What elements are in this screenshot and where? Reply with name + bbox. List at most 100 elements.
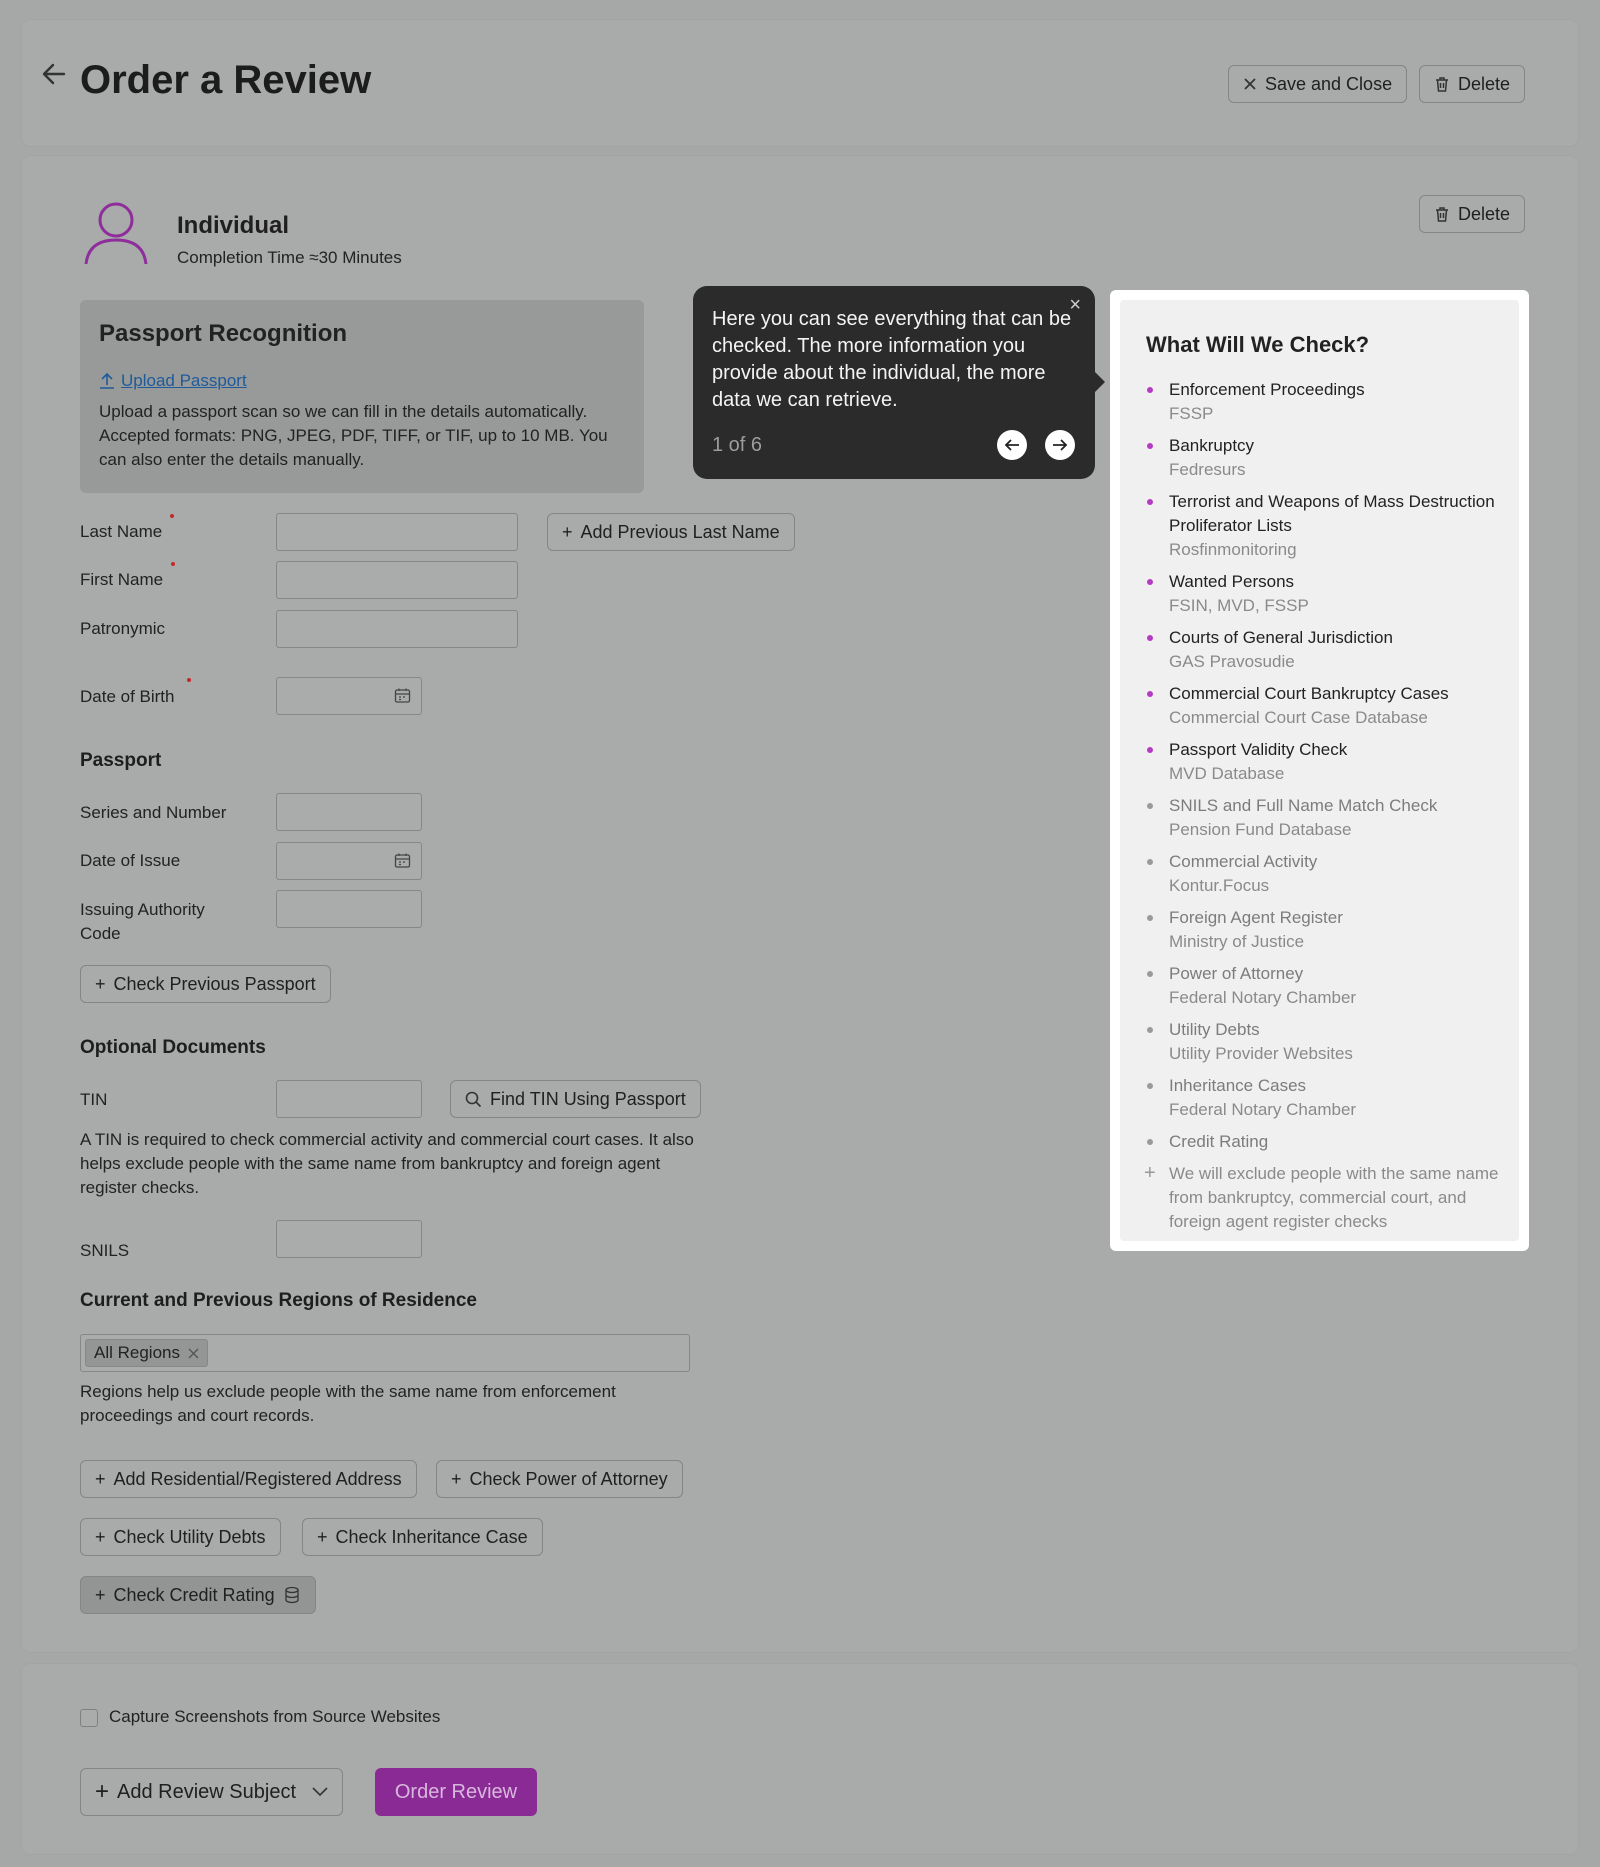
upload-passport-link[interactable]: Upload Passport [99, 371, 247, 391]
onboarding-tooltip: Here you can see everything that can be … [693, 286, 1105, 479]
check-item-source: Federal Notary Chamber [1169, 1100, 1357, 1119]
check-item-name: Enforcement Proceedings [1169, 380, 1365, 399]
delete-label: Delete [1458, 73, 1511, 94]
arrow-right-icon [1053, 439, 1068, 451]
capture-screenshots-label: Capture Screenshots from Source Websites [109, 1707, 441, 1726]
check-item-name: Utility Debts [1169, 1020, 1260, 1039]
delete-subject-button[interactable]: Delete [1419, 195, 1526, 233]
check-inheritance-case-label: Check Inheritance Case [335, 1526, 528, 1547]
check-previous-passport-button[interactable]: + Check Previous Passport [80, 965, 331, 1003]
bullet-icon [1147, 747, 1153, 753]
tooltip-prev-button[interactable] [997, 430, 1027, 460]
bullet-icon [1147, 971, 1153, 977]
check-item-name: Power of Attorney [1169, 964, 1304, 983]
issuing-authority-code-label: Issuing Authority Code [80, 898, 205, 946]
save-and-close-button[interactable]: Save and Close [1228, 65, 1408, 103]
check-item-source: Ministry of Justice [1169, 932, 1305, 951]
regions-select[interactable]: All Regions [80, 1334, 690, 1372]
last-name-input[interactable] [276, 513, 518, 551]
check-inheritance-case-button[interactable]: + Check Inheritance Case [302, 1518, 543, 1556]
issuing-authority-code-line1: Issuing Authority [80, 900, 205, 919]
add-previous-last-name-label: Add Previous Last Name [580, 521, 780, 542]
capture-screenshots-checkbox[interactable] [80, 1709, 98, 1727]
add-review-subject-button[interactable]: + Add Review Subject [80, 1768, 343, 1816]
check-item-name: Wanted Persons [1169, 572, 1295, 591]
series-number-input[interactable] [276, 793, 422, 831]
calendar-icon[interactable] [394, 852, 411, 869]
arrow-left-icon [1004, 439, 1019, 451]
series-number-label: Series and Number [80, 803, 227, 822]
check-item: Power of Attorney Federal Notary Chamber [1146, 962, 1506, 1010]
region-chip-label: All Regions [94, 1343, 180, 1362]
add-review-subject-label: Add Review Subject [117, 1780, 296, 1803]
check-item-source: Fedresurs [1169, 460, 1246, 479]
check-credit-rating-label: Check Credit Rating [113, 1584, 275, 1605]
check-power-of-attorney-button[interactable]: + Check Power of Attorney [436, 1460, 683, 1498]
bullet-icon [1147, 691, 1153, 697]
add-address-button[interactable]: + Add Residential/Registered Address [80, 1460, 417, 1498]
check-item: Utility Debts Utility Provider Websites [1146, 1018, 1506, 1066]
first-name-input[interactable] [276, 561, 518, 599]
check-item-name: Foreign Agent Register [1169, 908, 1343, 927]
issuing-authority-code-line2: Code [80, 924, 121, 943]
bullet-icon [1147, 443, 1153, 449]
bullet-icon [1147, 579, 1153, 585]
snils-label: SNILS [80, 1241, 130, 1260]
tooltip-step: 1 of 6 [712, 434, 763, 456]
chevron-down-icon [312, 1787, 328, 1797]
checks-panel-inner: What Will We Check? Enforcement Proceedi… [1120, 300, 1519, 1241]
find-tin-button[interactable]: Find TIN Using Passport [450, 1080, 701, 1118]
check-item: Commercial Court Bankruptcy Cases Commerc… [1146, 682, 1506, 730]
check-item-name: Bankruptcy [1169, 436, 1255, 455]
close-icon [1244, 78, 1256, 90]
check-item: Passport Validity Check MVD Database [1146, 738, 1506, 786]
check-item-source: MVD Database [1169, 764, 1285, 783]
plus-icon: + [95, 1527, 106, 1547]
date-of-issue-label: Date of Issue [80, 851, 181, 870]
add-address-label: Add Residential/Registered Address [113, 1468, 402, 1489]
required-indicator [171, 562, 175, 566]
check-item: Commercial Activity Kontur.Focus [1146, 850, 1506, 898]
check-item-source: Kontur.Focus [1169, 876, 1270, 895]
last-name-label: Last Name [80, 522, 163, 541]
calendar-icon[interactable] [394, 687, 411, 704]
footer-card: Capture Screenshots from Source Websites… [22, 1664, 1578, 1854]
date-of-birth-input[interactable] [276, 677, 422, 715]
issuing-authority-code-input[interactable] [276, 890, 422, 928]
check-item-name: Commercial Activity [1169, 852, 1318, 871]
upload-icon [100, 372, 114, 389]
check-item-source: Rosfinmonitoring [1169, 540, 1297, 559]
regions-help-text: Regions help us exclude people with the … [80, 1382, 616, 1425]
order-review-button[interactable]: Order Review [375, 1768, 537, 1816]
back-arrow-icon[interactable] [36, 56, 72, 92]
plus-icon: + [95, 1778, 110, 1805]
check-item-name: Inheritance Cases [1169, 1076, 1307, 1095]
date-of-birth-label: Date of Birth [80, 687, 175, 706]
check-credit-rating-button[interactable]: + Check Credit Rating [80, 1576, 316, 1614]
subject-card: Individual Completion Time ≈30 Minutes D… [22, 156, 1578, 1652]
date-of-issue-input[interactable] [276, 842, 422, 880]
tooltip-next-button[interactable] [1045, 430, 1075, 460]
tooltip-close-icon[interactable]: × [1069, 294, 1081, 317]
add-previous-last-name-button[interactable]: + Add Previous Last Name [547, 513, 795, 551]
search-icon [465, 1091, 482, 1107]
remove-icon[interactable] [188, 1348, 199, 1359]
check-item-source: Federal Notary Chamber [1169, 988, 1357, 1007]
tooltip-text: Here you can see everything that can be … [712, 308, 1072, 411]
check-item-source: FSSP [1169, 404, 1214, 423]
check-utility-debts-button[interactable]: + Check Utility Debts [80, 1518, 281, 1556]
check-item: Foreign Agent Register Ministry of Justic… [1146, 906, 1506, 954]
snils-input[interactable] [276, 1220, 422, 1258]
required-indicator [170, 514, 174, 518]
delete-order-button[interactable]: Delete [1419, 65, 1526, 103]
check-item-name: Terrorist and Weapons of Mass Destructio… [1169, 492, 1495, 535]
passport-recognition-description: Upload a passport scan so we can fill in… [99, 402, 608, 469]
page-title: Order a Review [80, 58, 372, 102]
patronymic-input[interactable] [276, 610, 518, 648]
bullet-icon [1147, 803, 1153, 809]
check-item-source: Commercial Court Case Database [1169, 708, 1428, 727]
check-item: Courts of General Jurisdiction GAS Pravos… [1146, 626, 1506, 674]
check-power-of-attorney-label: Check Power of Attorney [469, 1468, 668, 1489]
tin-input[interactable] [276, 1080, 422, 1118]
first-name-label: First Name [80, 570, 164, 589]
